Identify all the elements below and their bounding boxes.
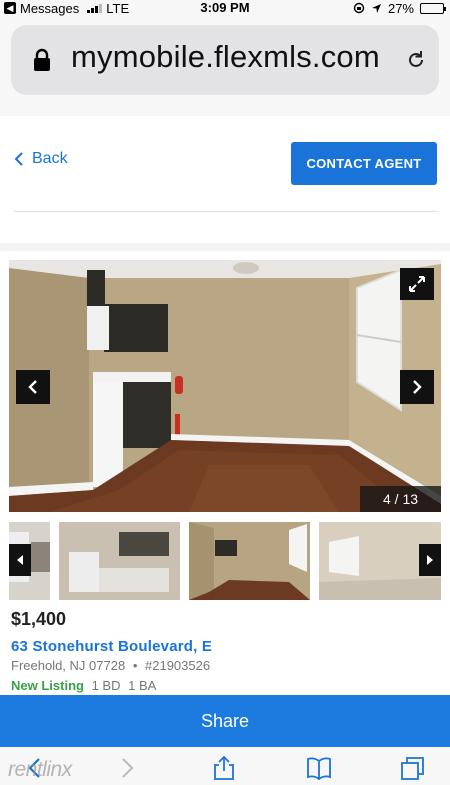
browser-chrome: mymobile.flexmls.com [0,16,450,116]
reload-icon[interactable] [405,49,427,71]
lock-icon [34,48,50,71]
back-link[interactable]: Back [14,150,68,168]
tabs-icon[interactable] [400,755,426,781]
thumbnail-image [189,522,310,600]
status-right: 27% [353,0,446,16]
listing-price: $1,400 [11,609,67,629]
back-to-app-icon[interactable]: ◀ [4,2,16,14]
share-button[interactable]: Share [0,695,450,747]
address-bar[interactable]: mymobile.flexmls.com [11,25,439,95]
caret-left-icon [17,555,23,565]
thumbnails-next-button[interactable] [419,544,441,576]
share-icon[interactable] [211,755,237,781]
location-icon [371,3,381,13]
expand-icon [409,276,425,292]
signal-icon [87,3,103,13]
thumbnail[interactable] [59,522,180,600]
listing-beds: 1 BD [91,678,121,693]
divider [14,211,437,212]
listing-city: Freehold, NJ 07728 [11,658,126,673]
status-left: ◀ Messages LTE [4,0,129,16]
caret-right-icon [427,555,433,565]
battery-percent: 27% [387,0,414,16]
listing-location: Freehold, NJ 07728 • #21903526 [11,658,210,673]
back-to-app-label[interactable]: Messages [20,1,79,16]
listing-baths: 1 BA [128,678,157,693]
watermark: rentlinx [8,758,72,781]
chevron-left-icon [14,152,23,166]
section-separator [0,243,450,251]
battery-icon [420,2,446,14]
thumbnails-prev-button[interactable] [9,544,31,576]
room-photo [9,260,441,512]
browser-forward-icon[interactable] [114,755,140,781]
previous-photo-button[interactable] [16,370,50,404]
fullscreen-button[interactable] [400,268,434,300]
next-photo-button[interactable] [400,370,434,404]
thumbnail-strip [9,522,441,600]
rotation-lock-icon [353,2,365,14]
listing-status-line: New Listing 1 BD 1 BA [11,678,156,693]
bookmarks-icon[interactable] [306,755,332,781]
contact-agent-button[interactable]: CONTACT AGENT [291,142,437,185]
screen: ◀ Messages LTE 3:09 PM 27% mymobile.flex… [0,0,450,785]
chevron-right-icon [413,380,422,394]
main-photo[interactable]: 4 / 13 [9,260,441,512]
listing-mls-number: #21903526 [145,658,211,673]
separator-dot: • [132,658,138,673]
back-label: Back [32,150,68,167]
photo-counter: 4 / 13 [360,486,441,512]
listing-address[interactable]: 63 Stonehurst Boulevard, E [11,638,212,655]
listing-status-badge: New Listing [11,678,84,693]
status-bar: ◀ Messages LTE 3:09 PM 27% [0,0,450,16]
network-label: LTE [106,0,130,16]
chevron-left-icon [28,380,37,394]
thumbnail-active[interactable] [189,522,310,600]
url-text[interactable]: mymobile.flexmls.com [71,39,380,75]
thumbnail-image [59,522,180,600]
